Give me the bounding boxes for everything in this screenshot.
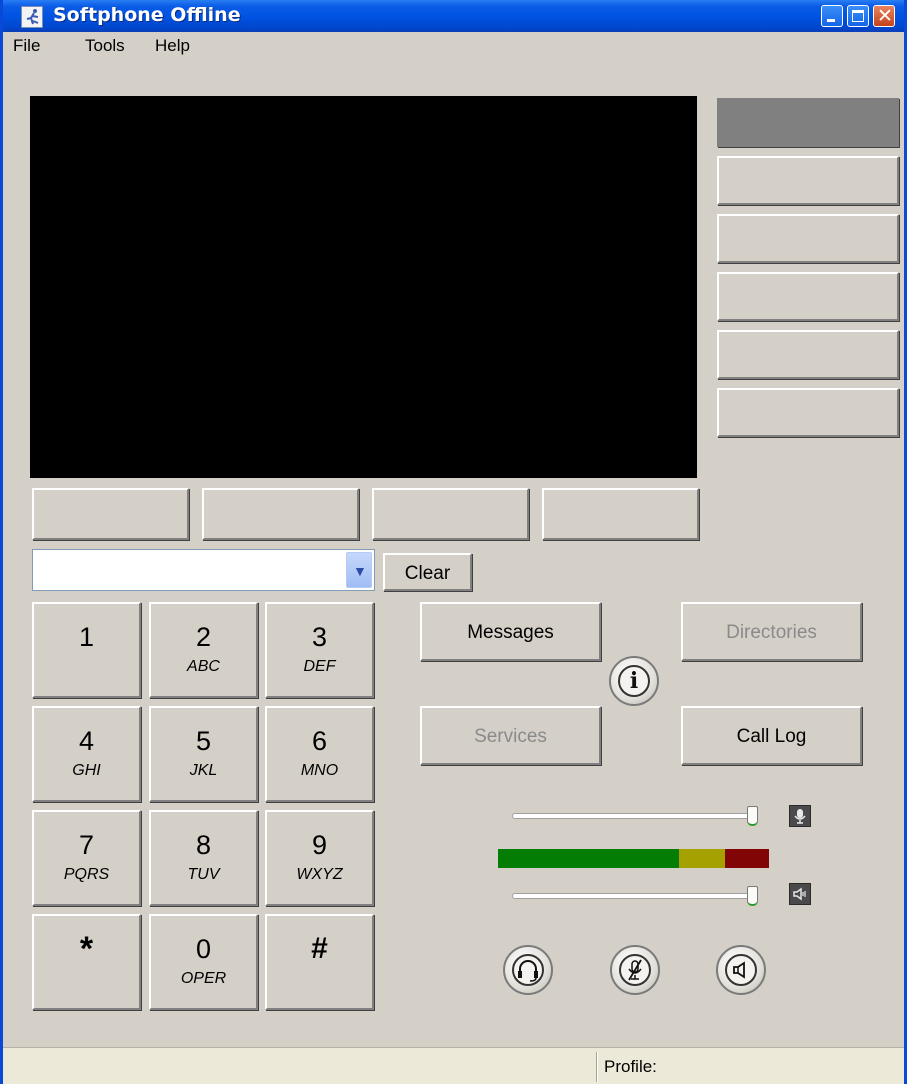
key-7[interactable]: 7 PQRS (32, 810, 141, 906)
key-digit: 7 (78, 830, 95, 860)
softkey-1[interactable] (32, 488, 189, 540)
line-button-6[interactable] (717, 388, 899, 437)
softkey-2[interactable] (202, 488, 359, 540)
key-digit: 1 (78, 622, 95, 652)
key-9[interactable]: 9 WXYZ (265, 810, 374, 906)
key-letters: ABC (187, 658, 220, 675)
info-button[interactable]: i (609, 656, 659, 706)
messages-button[interactable]: Messages (420, 602, 601, 661)
meter-yellow-segment (679, 849, 725, 868)
key-8[interactable]: 8 TUV (149, 810, 258, 906)
key-hash[interactable]: # (265, 914, 374, 1010)
services-button-label: Services (474, 726, 547, 747)
audio-level-meter (498, 849, 769, 868)
phone-display (30, 96, 697, 478)
key-3[interactable]: 3 DEF (265, 602, 374, 698)
key-letters: GHI (72, 762, 101, 779)
key-digit: 9 (311, 830, 328, 860)
microphone-volume-slider[interactable] (747, 806, 759, 826)
line-button-3[interactable] (717, 214, 899, 263)
maximize-button[interactable] (847, 5, 869, 27)
call-log-button-label: Call Log (736, 726, 807, 747)
key-letters: DEF (303, 658, 336, 675)
key-digit: # (311, 932, 328, 965)
messages-button-label: Messages (467, 622, 554, 643)
menu-tools[interactable]: Tools (85, 36, 125, 56)
key-4[interactable]: 4 GHI (32, 706, 141, 802)
call-log-button[interactable]: Call Log (681, 706, 862, 765)
line-button-4[interactable] (717, 272, 899, 321)
services-button[interactable]: Services (420, 706, 601, 765)
key-letters: OPER (180, 970, 227, 987)
line-button-2[interactable] (717, 156, 899, 205)
key-digit: 3 (311, 622, 328, 652)
key-letters: WXYZ (296, 866, 343, 883)
softkey-3[interactable] (372, 488, 529, 540)
status-bar: Profile: (3, 1047, 904, 1084)
profile-label: Profile: (604, 1057, 657, 1076)
key-digit: 0 (195, 934, 212, 964)
key-letters: PQRS (63, 866, 110, 883)
key-digit: 4 (78, 726, 95, 756)
line-button-1[interactable] (717, 98, 899, 147)
directories-button-label: Directories (726, 622, 817, 643)
headset-button[interactable] (503, 945, 553, 995)
minimize-button[interactable] (821, 5, 843, 27)
key-1[interactable]: 1 (32, 602, 141, 698)
directories-button[interactable]: Directories (681, 602, 862, 661)
key-5[interactable]: 5 JKL (149, 706, 258, 802)
menu-help[interactable]: Help (155, 36, 190, 56)
meter-red-segment (725, 849, 769, 868)
key-letters: MNO (300, 762, 339, 779)
clear-button[interactable]: Clear (383, 553, 472, 591)
speaker-volume-slider[interactable] (747, 886, 759, 906)
info-icon: i (618, 665, 650, 697)
chevron-down-icon: ▼ (353, 563, 367, 579)
key-2[interactable]: 2 ABC (149, 602, 258, 698)
app-icon (21, 6, 43, 28)
key-star[interactable]: * (32, 914, 141, 1010)
key-digit: * (79, 930, 94, 968)
microphone-volume-track[interactable] (512, 813, 758, 819)
window-title: Softphone Offline (53, 4, 241, 26)
key-letters: TUV (187, 866, 220, 883)
minimize-icon (827, 19, 835, 22)
softphone-window: Softphone Offline ✕ File Tools Help ▼ Cl… (0, 0, 907, 1084)
key-digit: 8 (195, 830, 212, 860)
dial-number-combo[interactable]: ▼ (32, 549, 375, 591)
speakerphone-button[interactable] (716, 945, 766, 995)
key-digit: 5 (195, 726, 212, 756)
microphone-icon (789, 805, 811, 827)
mute-microphone-icon (619, 954, 651, 986)
speaker-volume-icon (789, 883, 811, 905)
title-bar[interactable]: Softphone Offline ✕ (3, 0, 904, 32)
key-6[interactable]: 6 MNO (265, 706, 374, 802)
close-button[interactable]: ✕ (873, 5, 895, 27)
menu-bar: File Tools Help (3, 32, 904, 58)
mute-button[interactable] (610, 945, 660, 995)
headset-icon (512, 954, 544, 986)
softkey-4[interactable] (542, 488, 699, 540)
maximize-icon (852, 10, 864, 22)
key-digit: 2 (195, 622, 212, 652)
menu-file[interactable]: File (13, 36, 40, 56)
key-0[interactable]: 0 OPER (149, 914, 258, 1010)
dropdown-button[interactable]: ▼ (346, 552, 372, 588)
clear-button-label: Clear (404, 563, 451, 584)
key-letters: JKL (189, 762, 218, 779)
speaker-volume-track[interactable] (512, 893, 758, 899)
close-icon: ✕ (877, 5, 893, 27)
speaker-icon (725, 954, 757, 986)
meter-green-segment (498, 849, 679, 868)
key-digit: 6 (311, 726, 328, 756)
status-separator (596, 1052, 598, 1082)
line-button-5[interactable] (717, 330, 899, 379)
